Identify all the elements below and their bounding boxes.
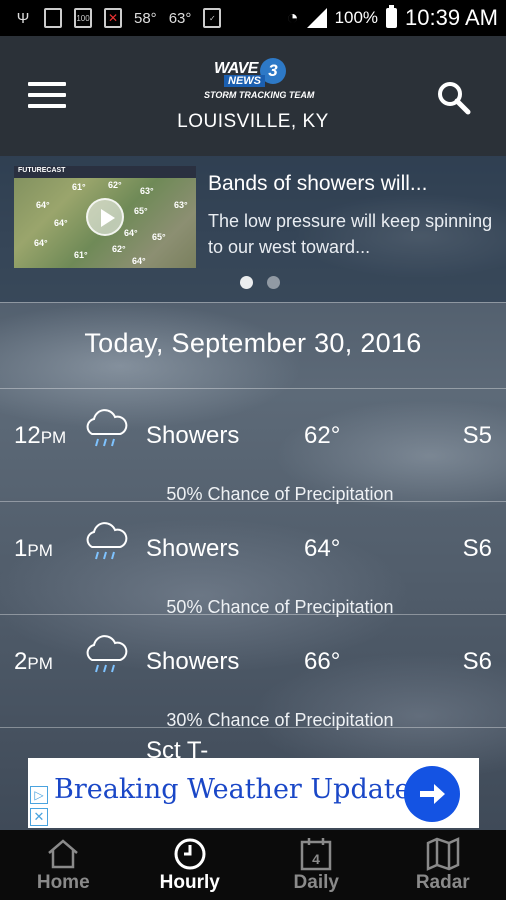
- carousel-dot-2[interactable]: [267, 276, 280, 289]
- rain-cloud-icon: [86, 635, 128, 673]
- app-header: WAVE 3 NEWS STORM TRACKING TEAM LOUISVIL…: [0, 36, 506, 156]
- battery-percent: 100%: [334, 8, 379, 27]
- ad-arrow-button[interactable]: [404, 766, 460, 822]
- news-title[interactable]: Bands of showers will...: [208, 172, 427, 196]
- hourly-row[interactable]: 1PM Showers 64° S6 50% Chance of Precipi…: [0, 505, 506, 617]
- hour-label: 12PM: [14, 422, 67, 449]
- rain-cloud-icon: [86, 522, 128, 560]
- location-label: LOUISVILLE, KY: [177, 111, 329, 132]
- news-body[interactable]: The low pressure will keep spinning to o…: [208, 208, 498, 260]
- nav-radar-label: Radar: [415, 872, 470, 893]
- status-temp-2: 63°: [168, 9, 192, 27]
- menu-button[interactable]: [28, 82, 66, 110]
- storage-icon: 100: [74, 8, 92, 28]
- nav-hourly-label: Hourly: [159, 872, 220, 893]
- ad-banner[interactable]: ▷ ✕ Breaking Weather Update: [28, 758, 479, 828]
- search-icon: [438, 82, 471, 115]
- temperature: 62°: [304, 422, 341, 449]
- arrow-right-icon: [420, 784, 445, 804]
- carousel-dot-1[interactable]: [240, 276, 253, 289]
- bottom-navigation: Home Hourly 4 Daily Radar: [0, 830, 506, 900]
- divider: [0, 388, 506, 389]
- battery-icon: [386, 5, 398, 28]
- calendar-day: 4: [312, 851, 320, 867]
- wind: S6: [462, 535, 492, 562]
- temperature: 66°: [304, 648, 341, 675]
- ad-close-icon[interactable]: ✕: [30, 808, 48, 826]
- nav-home-label: Home: [36, 872, 90, 893]
- file-icon: ✕: [104, 8, 122, 28]
- condition-label: Sct T-: [146, 737, 209, 758]
- search-button[interactable]: [436, 80, 472, 116]
- logo-team: STORM TRACKING TEAM: [204, 90, 315, 100]
- carousel-dots: [240, 276, 280, 289]
- divider: [0, 302, 506, 303]
- home-icon: [48, 839, 79, 869]
- condition-label: Showers: [146, 535, 240, 562]
- hourly-row[interactable]: 12PM Showers 62° S5 50% Chance of Precip…: [0, 392, 506, 504]
- hourly-row[interactable]: 2PM Showers 66° S6 30% Chance of Precipi…: [0, 618, 506, 730]
- ad-info-icon[interactable]: ▷: [30, 786, 48, 804]
- hourly-row[interactable]: Sct T-: [0, 731, 506, 758]
- clipboard-check-icon: ✓: [203, 8, 222, 28]
- ad-text[interactable]: Breaking Weather Update: [54, 774, 411, 805]
- status-bar: Ψ 100 ✕ 58° 63° ✓ ◔ 100% 10:39 AM: [0, 0, 506, 36]
- station-logo: WAVE 3 NEWS STORM TRACKING TEAM: [196, 58, 314, 108]
- menu-icon: [28, 82, 66, 86]
- wind: S6: [462, 648, 492, 675]
- nav-radar[interactable]: Radar: [380, 830, 506, 900]
- hour-label: 2PM: [14, 648, 53, 675]
- date-label: Today, September 30, 2016: [84, 328, 422, 358]
- play-icon[interactable]: [86, 198, 124, 236]
- calendar-icon: 4: [301, 838, 332, 871]
- condition-label: Showers: [146, 422, 240, 449]
- nav-home[interactable]: Home: [0, 830, 127, 900]
- map-icon: [426, 837, 459, 871]
- nav-daily-label: Daily: [293, 872, 339, 893]
- hour-label: 1PM: [14, 535, 53, 562]
- status-temp-1: 58°: [134, 9, 157, 27]
- usb-icon: Ψ: [16, 9, 30, 27]
- temperature: 64°: [304, 535, 341, 562]
- condition-label: Showers: [146, 648, 240, 675]
- image-icon: [44, 8, 62, 28]
- divider: [0, 727, 506, 728]
- wind: S5: [462, 422, 492, 449]
- video-thumbnail[interactable]: FUTURECAST 61° 62° 63° 64° 64° 65° 65° 6…: [14, 166, 196, 268]
- rain-cloud-icon: [86, 409, 128, 447]
- thumbnail-header: FUTURECAST: [18, 167, 66, 174]
- divider: [0, 501, 506, 502]
- nav-hourly[interactable]: Hourly: [127, 830, 254, 900]
- clock-icon: [174, 838, 206, 870]
- nav-daily[interactable]: 4 Daily: [253, 830, 380, 900]
- divider: [0, 614, 506, 615]
- status-time: 10:39 AM: [405, 5, 498, 30]
- logo-news: NEWS: [224, 75, 265, 87]
- signal-icon: [306, 8, 327, 28]
- wifi-icon: ◔: [286, 6, 299, 29]
